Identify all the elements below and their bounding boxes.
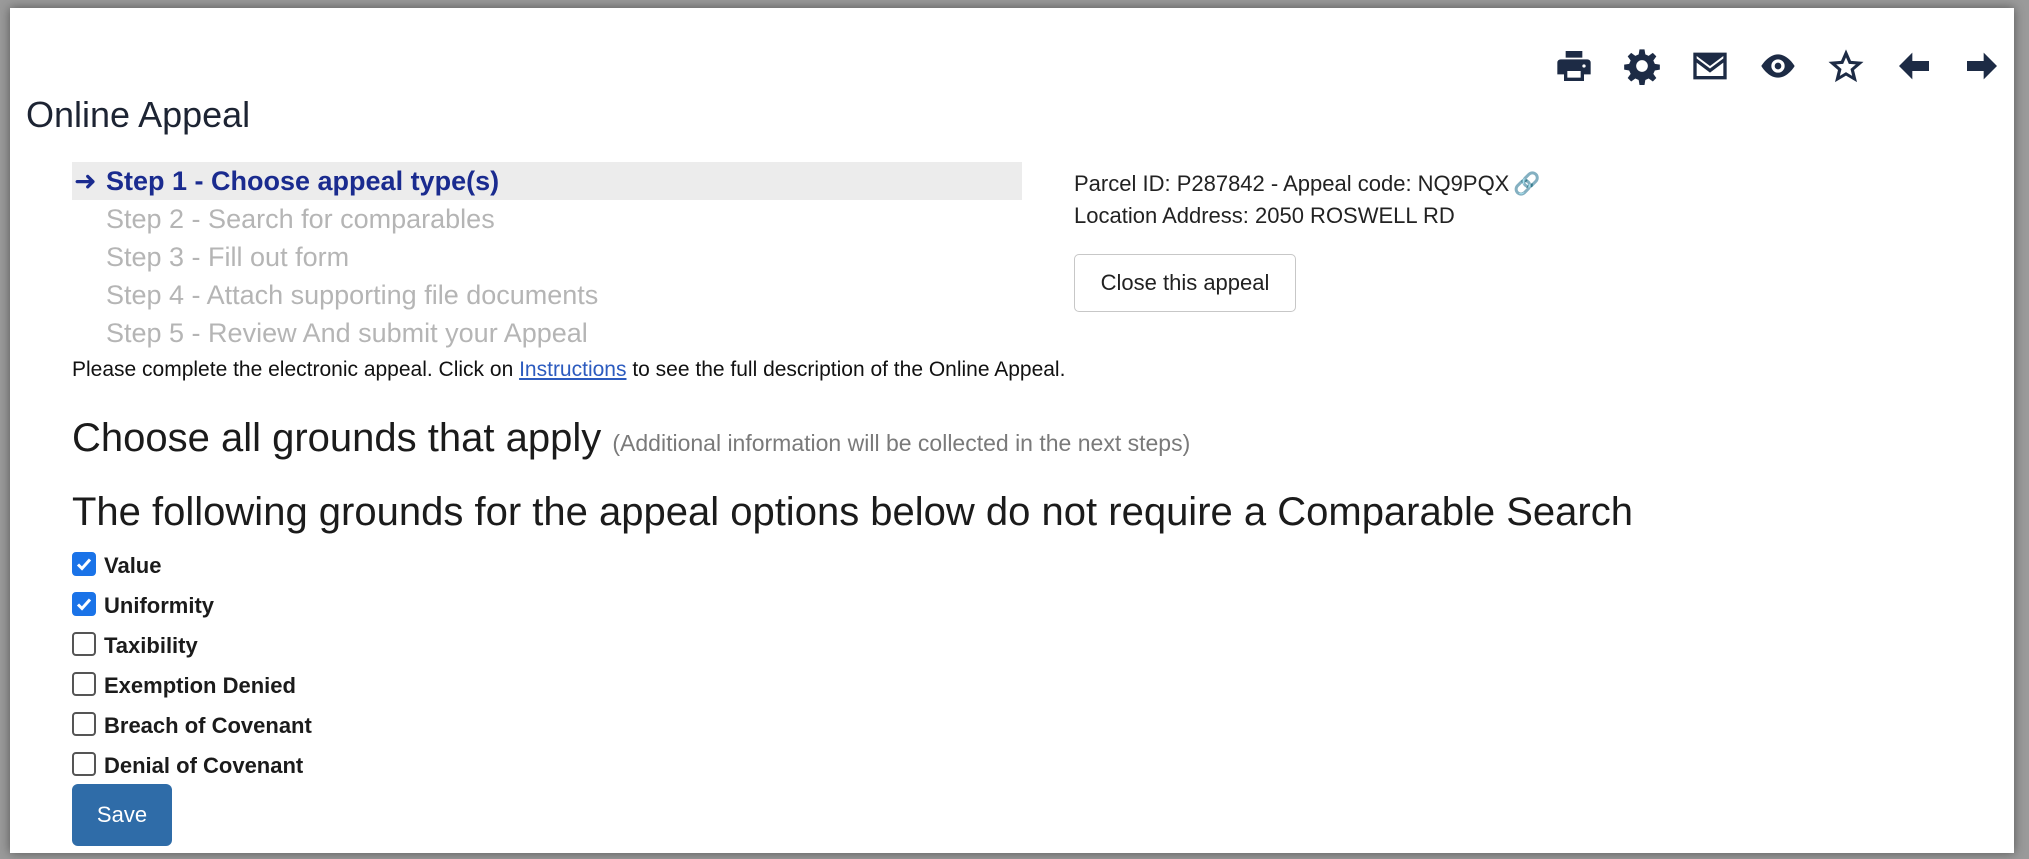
ground-item-exemption-denied: Exemption Denied: [72, 670, 312, 710]
close-appeal-button[interactable]: Close this appeal: [1074, 254, 1296, 312]
link-icon[interactable]: 🔗: [1513, 171, 1540, 196]
arrow-right-icon[interactable]: [1958, 42, 2006, 90]
step-label: Step 5 - Review And submit your Appeal: [106, 318, 588, 348]
instructions-before: Please complete the electronic appeal. C…: [72, 358, 520, 381]
ground-label: Value: [104, 553, 162, 578]
step-5: Step 5 - Review And submit your Appeal: [72, 314, 1022, 352]
app-window: Online Appeal ➜ Step 1 - Choose appeal t…: [10, 8, 2014, 853]
location-address: Location Address: 2050 ROSWELL RD: [1074, 203, 1455, 228]
grounds-list: Value Uniformity Taxibility Exemption De…: [72, 550, 312, 790]
step-label: Step 1 - Choose appeal type(s): [106, 166, 500, 196]
no-comparable-heading: The following grounds for the appeal opt…: [72, 490, 1633, 534]
eye-icon[interactable]: [1754, 42, 1802, 90]
step-2: Step 2 - Search for comparables: [72, 200, 1022, 238]
uniformity-checkbox[interactable]: [72, 592, 96, 616]
instructions-text: Please complete the electronic appeal. C…: [72, 358, 1065, 382]
toolbar: [1550, 42, 2006, 90]
save-button[interactable]: Save: [72, 784, 172, 846]
ground-label: Breach of Covenant: [104, 713, 312, 738]
gear-icon[interactable]: [1618, 42, 1666, 90]
instructions-link[interactable]: Instructions: [519, 358, 626, 381]
step-3: Step 3 - Fill out form: [72, 238, 1022, 276]
choose-grounds-subtitle: (Additional information will be collecte…: [612, 430, 1191, 456]
parcel-info: Parcel ID: P287842 - Appeal code: NQ9PQX…: [1074, 168, 1541, 232]
value-checkbox[interactable]: [72, 552, 96, 576]
ground-label: Denial of Covenant: [104, 753, 304, 778]
step-list: ➜ Step 1 - Choose appeal type(s) Step 2 …: [72, 162, 1022, 352]
ground-label: Uniformity: [104, 593, 214, 618]
breach-of-covenant-checkbox[interactable]: [72, 712, 96, 736]
ground-item-breach-of-covenant: Breach of Covenant: [72, 710, 312, 750]
star-icon[interactable]: [1822, 42, 1870, 90]
arrow-right-icon: ➜: [74, 166, 97, 196]
taxibility-checkbox[interactable]: [72, 632, 96, 656]
page-title: Online Appeal: [26, 94, 251, 135]
instructions-after: to see the full description of the Onlin…: [626, 358, 1066, 381]
step-label: Step 4 - Attach supporting file document…: [106, 280, 599, 310]
arrow-left-icon[interactable]: [1890, 42, 1938, 90]
mail-icon[interactable]: [1686, 42, 1734, 90]
step-4: Step 4 - Attach supporting file document…: [72, 276, 1022, 314]
step-1[interactable]: ➜ Step 1 - Choose appeal type(s): [72, 162, 1022, 200]
ground-label: Taxibility: [104, 633, 198, 658]
parcel-id-line: Parcel ID: P287842 - Appeal code: NQ9PQX…: [1074, 168, 1541, 200]
ground-item-taxibility: Taxibility: [72, 630, 312, 670]
parcel-id-text: Parcel ID: P287842 - Appeal code: NQ9PQX: [1074, 171, 1510, 196]
step-label: Step 2 - Search for comparables: [106, 204, 495, 234]
denial-of-covenant-checkbox[interactable]: [72, 752, 96, 776]
ground-item-value: Value: [72, 550, 312, 590]
exemption-denied-checkbox[interactable]: [72, 672, 96, 696]
ground-item-uniformity: Uniformity: [72, 590, 312, 630]
choose-grounds-heading: Choose all grounds that apply (Additiona…: [72, 416, 1190, 461]
ground-label: Exemption Denied: [104, 673, 296, 698]
print-icon[interactable]: [1550, 42, 1598, 90]
step-label: Step 3 - Fill out form: [106, 242, 350, 272]
choose-grounds-title: Choose all grounds that apply: [72, 416, 602, 460]
